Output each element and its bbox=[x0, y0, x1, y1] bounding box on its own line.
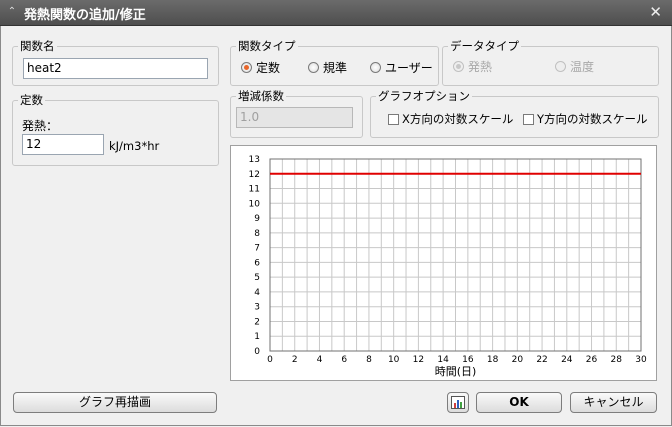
x-tick-label: 22 bbox=[536, 355, 547, 365]
y-tick-label: 3 bbox=[254, 303, 260, 313]
y-tick-label: 6 bbox=[254, 258, 260, 268]
y-log-box bbox=[523, 113, 534, 125]
graph-options-legend: グラフオプション bbox=[378, 89, 470, 103]
radio-temperature[interactable]: 温度 bbox=[555, 58, 594, 75]
x-tick-label: 16 bbox=[462, 355, 474, 365]
function-type-legend: 関数タイプ bbox=[238, 39, 296, 53]
chart-panel: 0 1 2 3 4 5 6 7 8 9 10 11 12 13 0 2 4 6 8 10 12 14 16 18 20 22 24 2… bbox=[230, 145, 657, 381]
x-tick-label: 28 bbox=[611, 355, 623, 365]
radio-heat[interactable]: 発熱 bbox=[453, 58, 492, 75]
heat-value-input[interactable]: 12 bbox=[22, 134, 104, 155]
x-tick-label: 4 bbox=[317, 355, 323, 365]
radio-user[interactable]: ユーザー bbox=[370, 59, 433, 76]
y-tick-label: 11 bbox=[249, 185, 260, 195]
x-log-box bbox=[388, 113, 399, 125]
y-log-checkbox[interactable]: Y方向の対数スケール bbox=[523, 111, 648, 127]
data-type-legend: データタイプ bbox=[450, 39, 519, 53]
window-menu-icon[interactable]: ⌃ bbox=[6, 6, 18, 18]
ok-button[interactable]: OK bbox=[476, 392, 562, 413]
redraw-graph-button[interactable]: グラフ再描画 bbox=[13, 392, 217, 413]
x-tick-label: 14 bbox=[437, 355, 449, 365]
radio-temperature-label: 温度 bbox=[570, 60, 595, 74]
radio-heat-dot bbox=[453, 61, 464, 72]
increment-legend: 増減係数 bbox=[238, 89, 284, 103]
x-tick-label: 0 bbox=[267, 355, 273, 365]
close-icon[interactable]: ✕ bbox=[649, 3, 662, 21]
x-tick-label: 2 bbox=[292, 355, 298, 365]
y-tick-label: 13 bbox=[249, 155, 260, 165]
y-tick-label: 10 bbox=[249, 199, 261, 209]
x-log-checkbox[interactable]: X方向の対数スケール bbox=[388, 111, 513, 127]
x-tick-label: 10 bbox=[388, 355, 400, 365]
x-log-label: X方向の対数スケール bbox=[402, 112, 514, 126]
radio-constant-dot bbox=[241, 62, 252, 73]
function-name-input[interactable]: heat2 bbox=[23, 58, 208, 79]
radio-standard-dot bbox=[308, 62, 319, 73]
x-tick-label: 8 bbox=[366, 355, 372, 365]
y-tick-label: 7 bbox=[254, 244, 260, 254]
y-tick-label: 12 bbox=[249, 170, 260, 180]
y-tick-label: 9 bbox=[254, 214, 260, 224]
y-tick-label: 2 bbox=[254, 317, 260, 327]
x-tick-label: 20 bbox=[512, 355, 524, 365]
function-name-legend: 関数名 bbox=[20, 39, 55, 53]
x-tick-label: 18 bbox=[487, 355, 499, 365]
y-tick-label: 8 bbox=[254, 229, 260, 239]
y-tick-label: 5 bbox=[254, 273, 260, 283]
radio-standard[interactable]: 規準 bbox=[308, 59, 347, 76]
radio-user-dot bbox=[370, 62, 381, 73]
chart-icon bbox=[451, 396, 465, 409]
increment-input[interactable]: 1.0 bbox=[236, 107, 353, 128]
x-tick-label: 26 bbox=[586, 355, 598, 365]
x-tick-label: 6 bbox=[341, 355, 347, 365]
y-tick-label: 1 bbox=[254, 332, 260, 342]
cancel-button[interactable]: キャンセル bbox=[570, 392, 657, 413]
radio-constant-label: 定数 bbox=[256, 61, 281, 75]
chart-export-button[interactable] bbox=[447, 392, 469, 413]
x-tick-label: 24 bbox=[561, 355, 573, 365]
window-title: 発熱関数の追加/修正 bbox=[24, 8, 146, 23]
x-tick-label: 30 bbox=[635, 355, 647, 365]
y-tick-label: 4 bbox=[254, 288, 260, 298]
radio-constant[interactable]: 定数 bbox=[241, 59, 280, 76]
y-log-label: Y方向の対数スケール bbox=[537, 112, 648, 126]
heat-label: 発熱： bbox=[22, 119, 59, 133]
radio-heat-label: 発熱 bbox=[468, 60, 493, 74]
radio-user-label: ユーザー bbox=[385, 61, 433, 75]
x-tick-label: 12 bbox=[413, 355, 424, 365]
radio-standard-label: 規準 bbox=[323, 61, 348, 75]
constant-legend: 定数 bbox=[20, 93, 43, 107]
heat-unit: kJ/m3*hr bbox=[109, 139, 160, 153]
title-bar: ⌃ 発熱関数の追加/修正 ✕ bbox=[0, 0, 672, 26]
chart-svg: 0123456789101112130 2 4 6 8 10 12 14 16 18 20 22 24 2… bbox=[249, 155, 647, 378]
y-tick-label: 0 bbox=[254, 347, 260, 357]
x-axis-label: 時間(日) bbox=[435, 365, 477, 378]
radio-temperature-dot bbox=[555, 61, 566, 72]
